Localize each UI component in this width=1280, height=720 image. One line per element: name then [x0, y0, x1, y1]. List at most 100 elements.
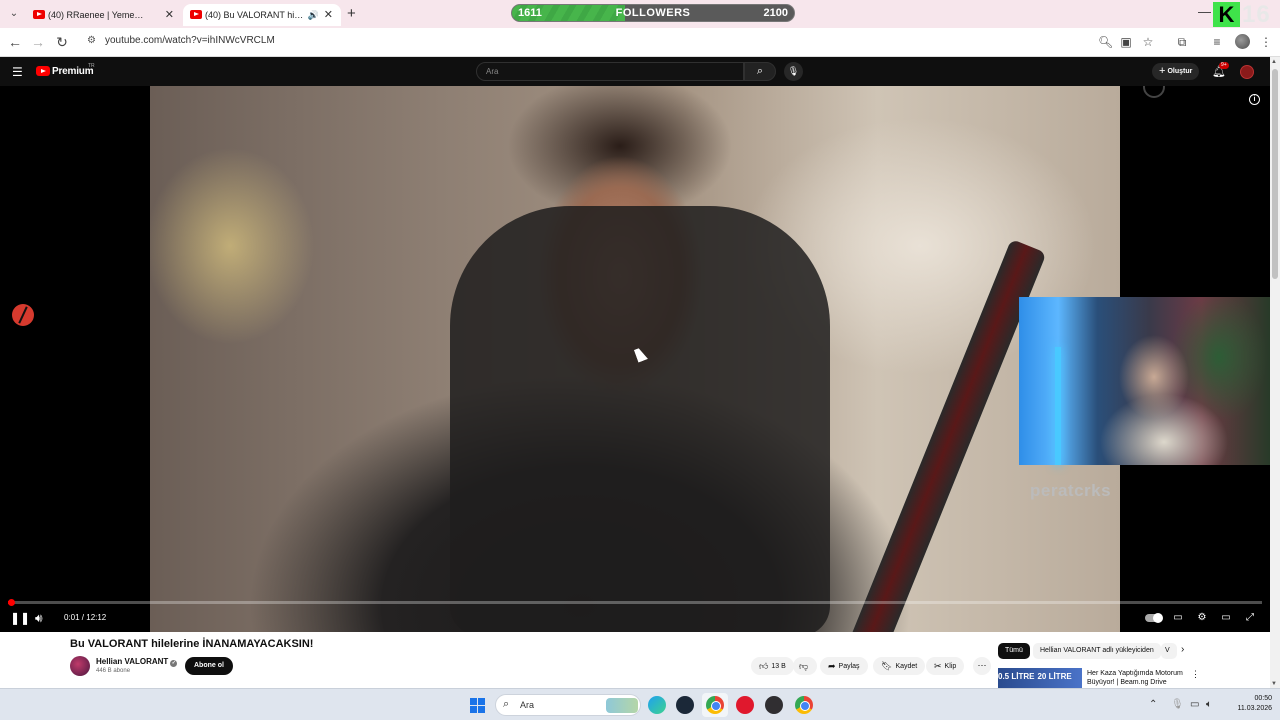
browser-menu-icon[interactable]: ⋮	[1259, 35, 1273, 49]
taskbar-search-placeholder: Ara	[520, 700, 535, 710]
tab-valorant-video[interactable]: (40) Bu VALORANT hilelerine 🔊 ✕	[183, 4, 341, 26]
page-scrollbar[interactable]: ▲ ▼	[1270, 57, 1280, 688]
save-button[interactable]: 🔖︎ Kaydet	[873, 657, 926, 675]
volume-tray-icon[interactable]: 🔈︎	[1206, 699, 1212, 710]
thumb-text-2: 20 LİTRE	[1037, 672, 1072, 681]
kick-logo-overlay: K	[1213, 2, 1240, 27]
fullscreen-icon[interactable]: ⤢	[1243, 612, 1257, 624]
recommendation-title[interactable]: Her Kaza Yaptığımda Motorum Büyüyor! | B…	[1087, 669, 1187, 687]
obs-studio-icon[interactable]	[765, 696, 783, 714]
search-input[interactable]: Ara	[476, 62, 744, 81]
video-frame[interactable]	[150, 86, 1120, 632]
minimize-window-button[interactable]: —	[1198, 4, 1211, 19]
video-player[interactable]: i peratcrks ❚❚ 🔊︎ 0:01 / 12:12 ▭ ⚙ ▭ ⤢	[0, 86, 1270, 632]
edge-browser-icon[interactable]	[648, 696, 666, 714]
like-count: 13 B	[771, 663, 786, 670]
create-button[interactable]: + Oluştur	[1152, 63, 1200, 80]
youtube-header: ☰ Premium TR Ara ⌕ 🎙︎ + Oluştur 🔔︎ 9+	[0, 57, 1270, 86]
reload-icon[interactable]: ↻	[54, 34, 70, 50]
system-clock[interactable]: 00:50 11.03.2026	[1222, 694, 1272, 714]
bookmark-icon: 🔖︎	[881, 661, 893, 671]
clip-button[interactable]: ✂ Klip	[926, 657, 965, 675]
profile-avatar[interactable]	[1235, 34, 1250, 49]
like-button[interactable]: 👍︎ 13 B	[751, 657, 794, 675]
progress-scrubber[interactable]	[7, 599, 15, 606]
hamburger-menu-icon[interactable]: ☰	[12, 65, 23, 79]
recommendation-thumbnail[interactable]: 0.5 LİTRE 20 LİTRE	[998, 668, 1082, 688]
subtitles-icon[interactable]: ▭	[1171, 612, 1185, 624]
progress-bar[interactable]	[7, 599, 1262, 606]
youtube-favicon-icon	[33, 10, 45, 19]
channel-name[interactable]: Hellian VALORANT	[96, 657, 168, 666]
channel-name-row[interactable]: Hellian VALORANT ✓	[96, 657, 178, 667]
clock-time: 00:50	[1254, 695, 1272, 702]
autoplay-toggle[interactable]	[1145, 613, 1163, 623]
taskbar-search[interactable]: ⌕ Ara	[495, 694, 641, 716]
chip-all[interactable]: Tümü	[998, 643, 1030, 659]
search-placeholder: Ara	[486, 67, 499, 76]
thumbs-up-icon: 👍︎	[759, 661, 769, 671]
network-icon[interactable]: ▭	[1190, 699, 1199, 710]
zoom-icon[interactable]: 🔍︎	[1098, 35, 1113, 49]
tab-title: (40) RRaenee | Yemek Savaşları	[48, 10, 146, 20]
speaker-icon[interactable]: 🔊	[308, 4, 319, 26]
site-info-icon[interactable]: ⚙	[87, 35, 99, 47]
forward-arrow-icon[interactable]: →	[30, 34, 46, 50]
extensions-icon[interactable]: ⧉	[1175, 35, 1189, 49]
windows-start-icon[interactable]	[470, 698, 485, 713]
subscriber-count: 446 B abone	[96, 668, 131, 674]
chrome-icon[interactable]	[706, 696, 724, 714]
subscribe-button[interactable]: Abone ol	[185, 657, 233, 675]
new-tab-button[interactable]: +	[347, 5, 356, 22]
time-display: 0:01 / 12:12	[64, 613, 107, 622]
search-highlight-art	[606, 698, 638, 713]
followers-goal: 2100	[763, 7, 788, 19]
tab-yemek-savaslari[interactable]: (40) RRaenee | Yemek Savaşları ✕	[26, 4, 182, 26]
share-label: Paylaş	[838, 663, 860, 670]
recommendation-menu-icon[interactable]: ⋮	[1191, 669, 1200, 680]
browser-tabstrip: ⌄ (40) RRaenee | Yemek Savaşları ✕ (40) …	[0, 0, 1280, 28]
youtube-logo-icon[interactable]	[36, 66, 50, 76]
bookmark-star-icon[interactable]: ☆	[1141, 35, 1155, 49]
share-button[interactable]: ➦ Paylaş	[820, 657, 868, 675]
loading-spinner-icon	[1143, 86, 1165, 98]
pause-icon[interactable]: ❚❚	[10, 611, 30, 625]
scroll-up-arrow-icon[interactable]: ▲	[1271, 59, 1277, 65]
close-tab-icon[interactable]: ✕	[324, 4, 333, 26]
account-avatar[interactable]	[1240, 65, 1254, 79]
gaming-chair	[450, 206, 830, 632]
steam-icon[interactable]	[676, 696, 694, 714]
volume-icon[interactable]: 🔊︎	[35, 611, 43, 625]
chrome-profile-icon[interactable]	[795, 696, 813, 714]
microphone-tray-icon[interactable]: 🎙︎	[1171, 699, 1184, 710]
scrollbar-thumb[interactable]	[1272, 69, 1278, 279]
dislike-button[interactable]: 👎︎	[793, 657, 818, 675]
back-arrow-icon[interactable]: ←	[7, 34, 23, 50]
media-controls-icon[interactable]: ≡	[1210, 35, 1224, 49]
url-text: youtube.com/watch?v=ihINWcVRCLM	[105, 35, 275, 46]
cast-icon[interactable]: ▣	[1119, 35, 1133, 49]
close-tab-icon[interactable]: ✕	[165, 4, 174, 26]
plus-icon: +	[1159, 65, 1166, 77]
streamer-webcam-overlay	[1019, 297, 1270, 465]
more-actions-button[interactable]: ⋯	[973, 657, 991, 675]
voice-search-button[interactable]: 🎙︎	[784, 62, 803, 81]
info-icon[interactable]: i	[1249, 94, 1260, 105]
thumbs-down-icon: 👎︎	[799, 661, 809, 671]
address-bar[interactable]: ⚙ youtube.com/watch?v=ihINWcVRCLM	[80, 31, 1160, 53]
led-light-strip	[1055, 347, 1061, 465]
tray-overflow-chevron-icon[interactable]: ⌃	[1149, 699, 1157, 710]
tab-search-chevron-icon[interactable]: ⌄	[6, 6, 22, 22]
channel-avatar[interactable]	[70, 656, 90, 676]
scroll-down-arrow-icon[interactable]: ▼	[1271, 681, 1277, 687]
search-icon: ⌕	[503, 698, 510, 710]
settings-gear-icon[interactable]: ⚙	[1195, 612, 1209, 624]
theater-mode-icon[interactable]: ▭	[1219, 612, 1233, 624]
chip-next-filter[interactable]: V	[1161, 643, 1177, 659]
opera-gx-icon[interactable]	[736, 696, 754, 714]
chip-from-uploader[interactable]: Hellian VALORANT adlı yükleyiciden	[1033, 643, 1161, 659]
scissors-icon: ✂	[934, 661, 942, 671]
chevron-right-icon[interactable]: ›	[1181, 644, 1184, 655]
followers-label: FOLLOWERS	[615, 7, 691, 19]
search-button[interactable]: ⌕	[744, 62, 776, 81]
